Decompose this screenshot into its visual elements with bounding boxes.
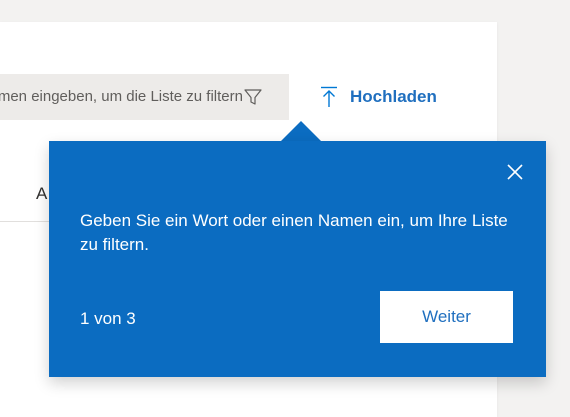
upload-button[interactable]: Hochladen <box>320 82 437 112</box>
column-header[interactable]: A <box>36 184 47 204</box>
callout-message: Geben Sie ein Wort oder einen Namen ein,… <box>80 211 508 254</box>
filter-icon[interactable] <box>244 88 262 106</box>
page: Namen eingeben, um die Liste zu filtern … <box>0 0 570 417</box>
callout-beak <box>281 121 321 141</box>
step-counter: 1 von 3 <box>80 309 136 328</box>
close-icon[interactable] <box>506 163 524 181</box>
upload-label: Hochladen <box>350 87 437 106</box>
filter-search-box[interactable]: Namen eingeben, um die Liste zu filtern <box>0 74 289 120</box>
next-button[interactable]: Weiter <box>380 291 513 343</box>
filter-input[interactable]: Namen eingeben, um die Liste zu filtern <box>0 74 243 120</box>
teaching-callout: Geben Sie ein Wort oder einen Namen ein,… <box>49 141 546 377</box>
filter-placeholder: Namen eingeben, um die Liste zu filtern <box>0 88 243 105</box>
upload-arrow-icon <box>321 86 337 107</box>
